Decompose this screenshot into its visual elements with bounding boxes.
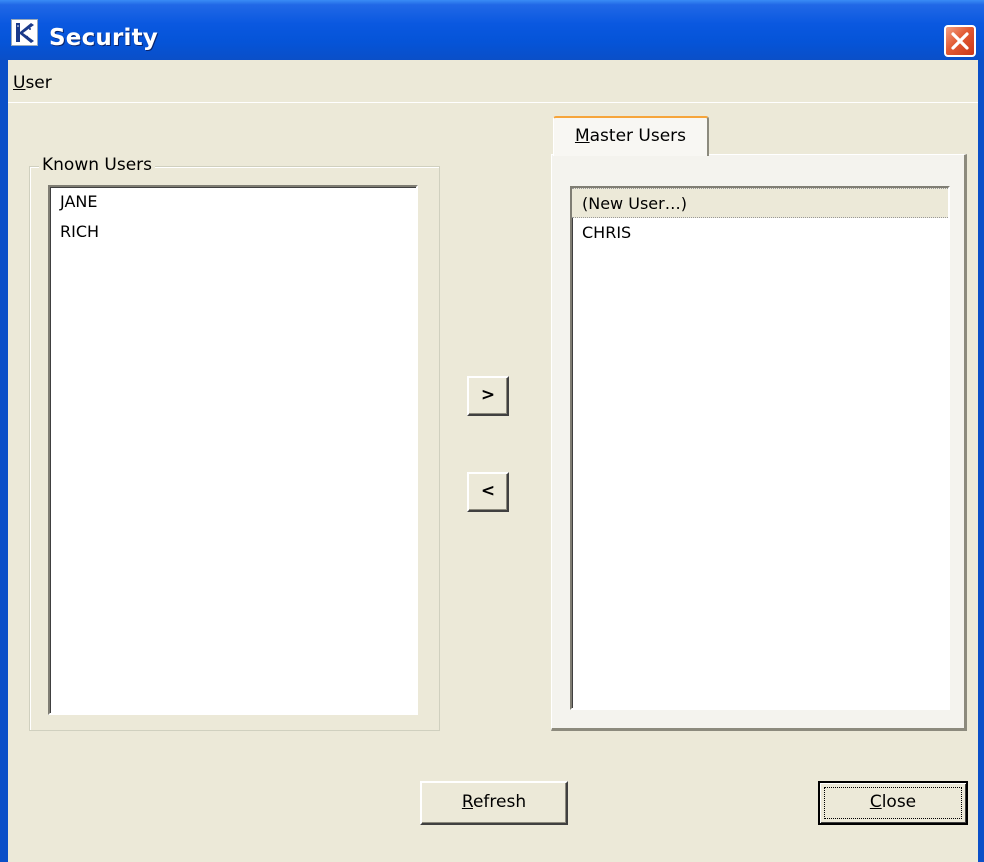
window-title: Security: [49, 25, 158, 51]
title-bar[interactable]: Security: [0, 0, 984, 60]
close-mnemonic: C: [869, 792, 882, 812]
list-item-selected[interactable]: (New User…): [572, 188, 948, 218]
known-users-list[interactable]: JANE RICH: [48, 185, 418, 715]
window-frame-left: [0, 60, 8, 862]
menu-user[interactable]: User: [11, 73, 54, 93]
known-users-label: Known Users: [39, 155, 156, 175]
refresh-button[interactable]: Refresh: [420, 781, 568, 825]
refresh-label: efresh: [472, 792, 527, 812]
window-frame-right: [978, 60, 984, 862]
move-to-known-button[interactable]: <: [467, 472, 509, 512]
close-label: lose: [881, 792, 917, 812]
security-app-icon: [11, 19, 38, 46]
security-window: Security User Known Users JANE RICH > < …: [0, 0, 984, 862]
list-item[interactable]: RICH: [50, 217, 416, 247]
tab-master-users[interactable]: Master Users: [553, 116, 709, 156]
menu-user-label: ser: [25, 73, 52, 93]
window-close-button[interactable]: [944, 25, 976, 57]
menu-user-mnemonic: U: [13, 73, 26, 93]
close-x-icon: [951, 32, 969, 50]
tab-master-users-mnemonic: M: [574, 126, 590, 146]
menu-bar: User: [8, 60, 978, 103]
list-item[interactable]: CHRIS: [572, 218, 948, 248]
list-item[interactable]: JANE: [50, 187, 416, 217]
close-button[interactable]: Close: [818, 781, 968, 825]
tab-master-users-label: aster Users: [589, 126, 687, 146]
client-area: User Known Users JANE RICH > < Master Us…: [8, 60, 978, 862]
refresh-mnemonic: R: [461, 792, 473, 812]
master-users-list[interactable]: (New User…) CHRIS: [570, 186, 950, 710]
move-to-master-button[interactable]: >: [467, 376, 509, 416]
